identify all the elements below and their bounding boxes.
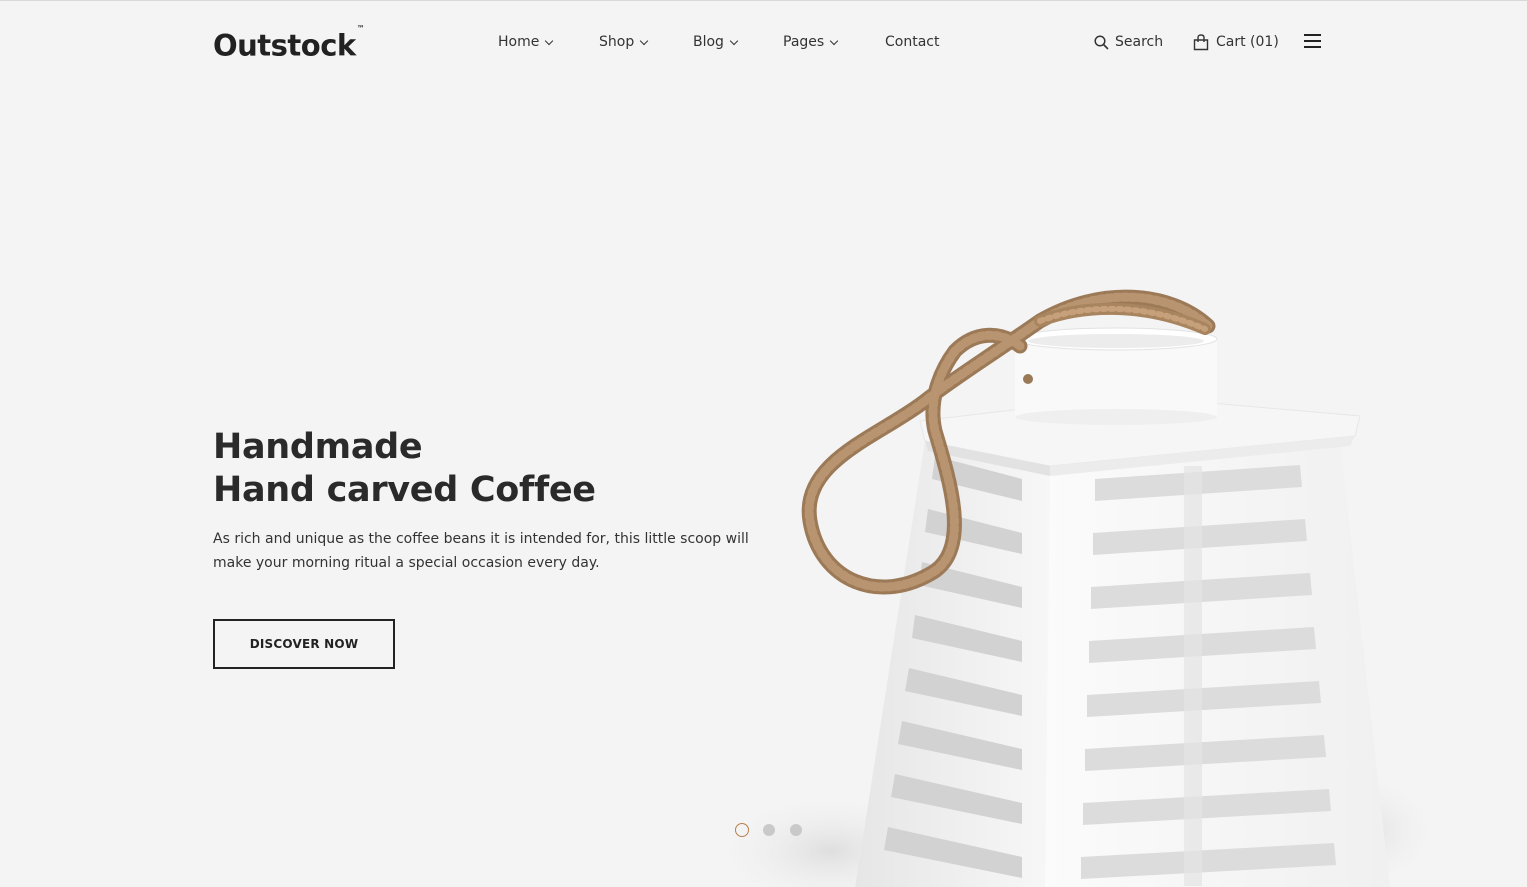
- site-header: Outstock™ Home Shop Blog Pages Contact S…: [0, 1, 1527, 83]
- chevron-down-icon: [639, 36, 649, 45]
- hamburger-menu-icon[interactable]: [1304, 34, 1321, 48]
- brand-logo[interactable]: Outstock™: [213, 24, 365, 64]
- nav-item-label: Blog: [693, 34, 724, 50]
- search-label: Search: [1115, 34, 1164, 50]
- cart-button[interactable]: Cart (01): [1193, 32, 1279, 52]
- discover-now-button[interactable]: DISCOVER NOW: [213, 619, 395, 669]
- hero-title-line2: Hand carved Coffee: [213, 470, 596, 510]
- chevron-down-icon: [729, 36, 739, 45]
- nav-item-contact[interactable]: Contact: [885, 32, 939, 52]
- slider-dot[interactable]: [762, 823, 776, 837]
- cart-label: Cart (01): [1216, 34, 1279, 50]
- nav-item-label: Shop: [599, 34, 635, 50]
- nav-item-home[interactable]: Home: [498, 32, 554, 52]
- nav-item-blog[interactable]: Blog: [693, 32, 739, 52]
- trademark-symbol: ™: [356, 24, 365, 33]
- nav-item-shop[interactable]: Shop: [599, 32, 649, 52]
- hero-description: As rich and unique as the coffee beans i…: [213, 531, 749, 571]
- nav-item-label: Contact: [885, 34, 940, 50]
- brand-name: Outstock: [213, 28, 356, 63]
- chevron-down-icon: [829, 36, 839, 45]
- search-button[interactable]: Search: [1094, 32, 1163, 52]
- hero-title-line1: Handmade: [213, 427, 423, 467]
- slider-pagination: [735, 823, 803, 837]
- nav-item-label: Pages: [783, 34, 825, 50]
- nav-item-label: Home: [498, 34, 540, 50]
- chevron-down-icon: [545, 36, 554, 45]
- hero-title: Handmade Hand carved Coffee: [213, 426, 596, 512]
- lantern-product-image: [710, 289, 1440, 887]
- slider-dot[interactable]: [789, 823, 803, 837]
- search-icon: [1094, 34, 1109, 49]
- shopping-bag-icon: [1193, 33, 1209, 50]
- nav-item-pages[interactable]: Pages: [783, 32, 839, 52]
- slider-dot[interactable]: [735, 823, 749, 837]
